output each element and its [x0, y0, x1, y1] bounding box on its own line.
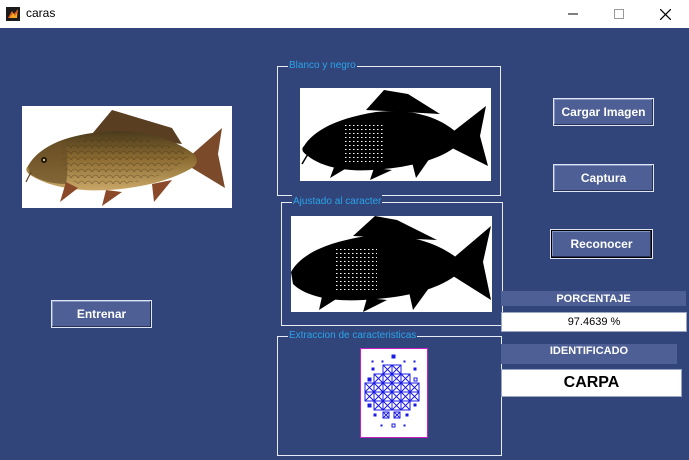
app-window: caras Blanco y negro Ajustado al caracte… [0, 0, 689, 460]
extraction-panel-title: Extraccion de caracteristicas [288, 329, 418, 343]
identified-label: IDENTIFICADO [501, 344, 677, 364]
feature-grid-plot [364, 354, 420, 428]
adjusted-image [291, 216, 492, 312]
matlab-icon [6, 7, 20, 21]
bw-fish-silhouette [301, 90, 488, 180]
capture-button[interactable]: Captura [553, 164, 654, 192]
percentage-label: PORCENTAJE [501, 291, 686, 306]
bw-panel-title: Blanco y negro [288, 59, 357, 73]
identified-value: CARPA [501, 369, 682, 397]
adjusted-panel-title: Ajustado al caracter [292, 195, 383, 209]
client-area: Blanco y negro Ajustado al caracter Extr… [0, 28, 689, 460]
close-icon [659, 8, 671, 20]
adjusted-fish-silhouette [291, 216, 491, 312]
maximize-button[interactable] [596, 0, 642, 28]
minimize-button[interactable] [550, 0, 596, 28]
load-image-button[interactable]: Cargar Imagen [553, 98, 654, 126]
feature-grid [360, 348, 428, 438]
close-button[interactable] [642, 0, 688, 28]
minimize-icon [568, 13, 578, 15]
recognize-button[interactable]: Reconocer [550, 229, 653, 259]
original-fish-image [22, 106, 232, 208]
title-bar: caras [0, 0, 689, 28]
train-button[interactable]: Entrenar [51, 300, 152, 328]
percentage-value: 97.4639 % [501, 312, 687, 332]
bw-image [300, 88, 491, 181]
carp-photo [25, 110, 225, 206]
window-title: caras [26, 6, 56, 20]
maximize-icon [614, 9, 624, 19]
